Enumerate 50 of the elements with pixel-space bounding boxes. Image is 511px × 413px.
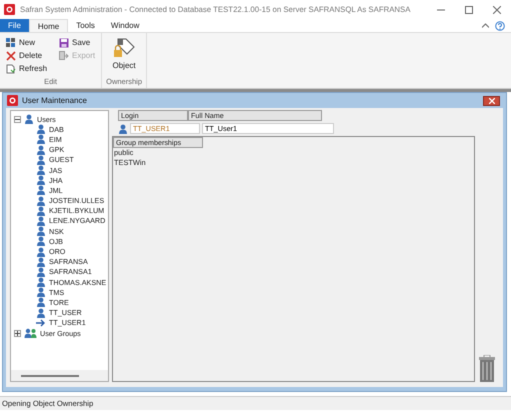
close-button[interactable] xyxy=(483,96,500,106)
trash-icon[interactable] xyxy=(479,355,495,382)
users-icon xyxy=(24,114,34,124)
ribbon-tab[interactable]: Window xyxy=(102,19,148,32)
save-icon xyxy=(59,38,70,48)
delete-icon xyxy=(6,50,16,60)
user-icon xyxy=(36,124,46,134)
collapse-icon[interactable] xyxy=(14,116,21,123)
ribbon-button[interactable]: New xyxy=(4,36,50,49)
user-icon xyxy=(36,134,46,144)
user-icon xyxy=(36,206,46,216)
close-icon[interactable] xyxy=(493,6,501,14)
user-icon xyxy=(36,175,46,186)
collapse-ribbon-icon[interactable] xyxy=(482,23,489,28)
user-group-icon xyxy=(24,328,37,338)
user-icon xyxy=(36,226,46,236)
user-icon xyxy=(36,165,46,176)
maximize-icon[interactable] xyxy=(465,6,473,14)
document-icon xyxy=(6,64,16,74)
ribbon-button[interactable]: Object xyxy=(106,36,142,75)
user-icon xyxy=(36,308,46,318)
user-icon xyxy=(36,154,46,165)
user-icon xyxy=(36,266,46,277)
ribbon-button[interactable]: Refresh xyxy=(4,62,50,75)
help-icon[interactable] xyxy=(495,20,505,30)
user-icon xyxy=(36,246,46,257)
app-icon xyxy=(4,4,15,15)
horizontal-scrollbar[interactable] xyxy=(11,370,108,381)
ribbon-tab[interactable]: Tools xyxy=(68,19,103,32)
user-icon xyxy=(36,216,46,226)
user-icon xyxy=(36,287,46,298)
user-icon xyxy=(36,277,46,288)
user-icon xyxy=(36,256,46,267)
user-icon xyxy=(36,185,46,196)
user-icon xyxy=(36,297,46,308)
window-title: User Maintenance xyxy=(22,96,87,105)
window-icon xyxy=(7,95,18,106)
export-icon xyxy=(59,50,70,60)
ribbon-button[interactable]: Delete xyxy=(4,49,50,62)
ribbon-tab[interactable]: Home xyxy=(28,19,68,32)
file-menu[interactable]: File xyxy=(0,19,29,32)
new-icon xyxy=(6,38,16,48)
user-icon xyxy=(36,196,46,206)
expand-icon[interactable] xyxy=(14,330,21,337)
user-icon xyxy=(36,236,46,246)
close-icon xyxy=(488,98,494,104)
user-icon xyxy=(118,124,128,134)
tag-lock-icon xyxy=(113,38,136,60)
ribbon-button[interactable]: Save xyxy=(57,36,98,49)
user-icon xyxy=(36,144,46,155)
